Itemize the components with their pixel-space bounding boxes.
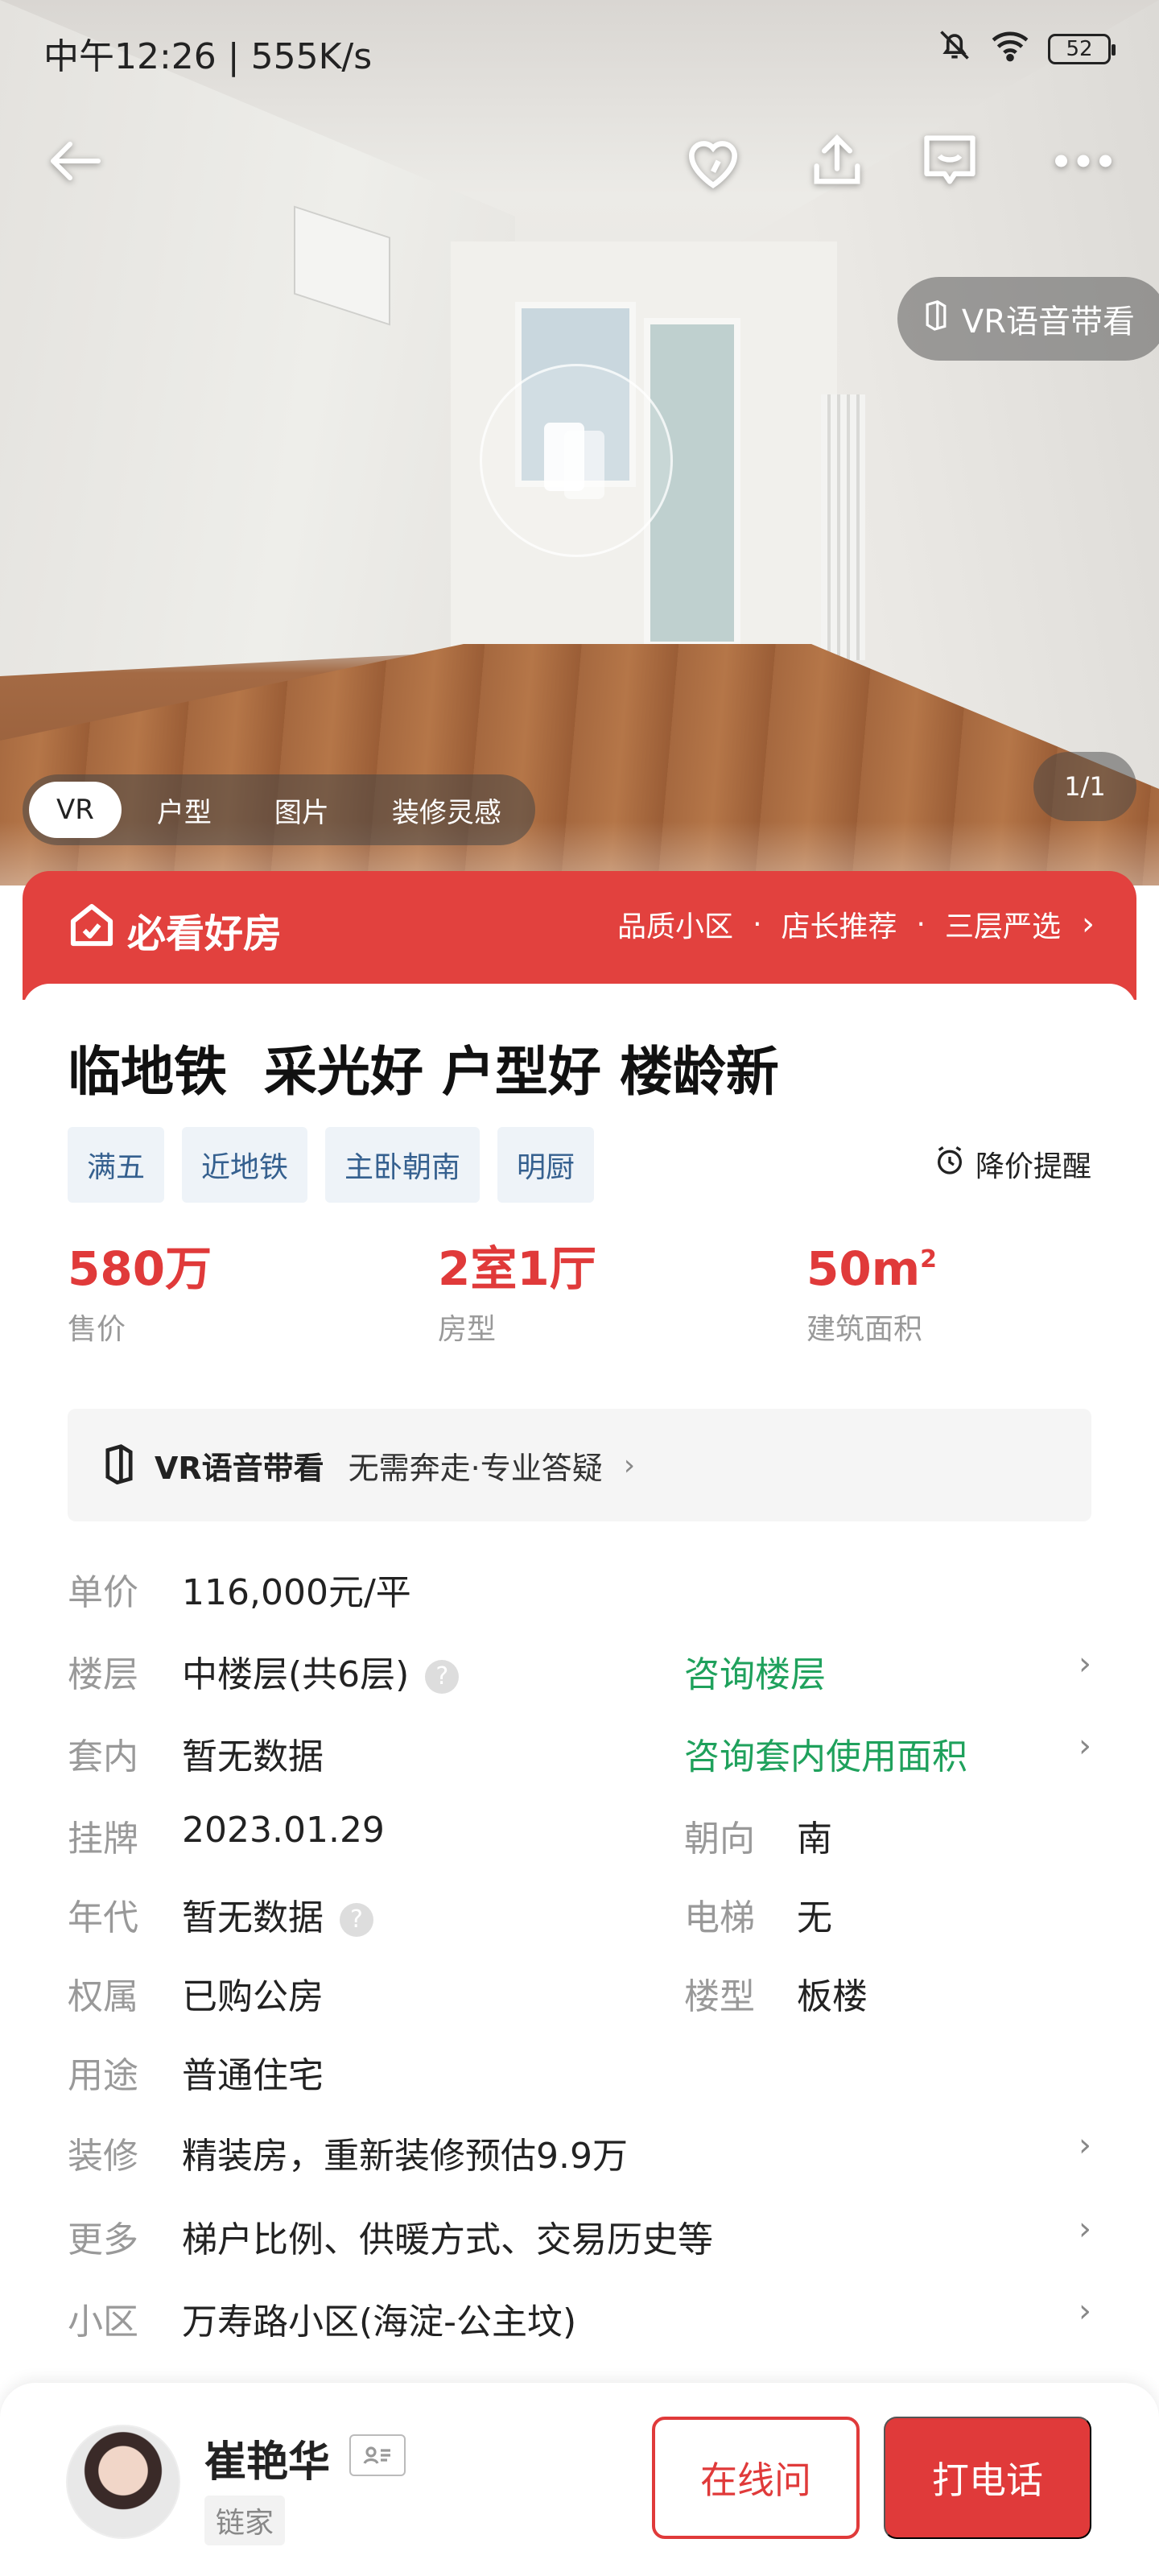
avatar[interactable]: [66, 2425, 180, 2539]
banner-link-selection: 三层严选: [944, 910, 1061, 943]
favorite-heart-icon[interactable]: [673, 121, 753, 201]
kpi-area: 50m2 建筑面积: [806, 1241, 938, 1346]
vr-voice-guide-row[interactable]: VR语音带看 无需奔走·专业答疑 ›: [68, 1409, 1091, 1521]
detail-usage: 用途 普通住宅: [68, 2055, 324, 2096]
detail-year: 年代 暂无数据? 电梯 无: [68, 1897, 832, 1938]
must-see-banner[interactable]: 必看好房 品质小区 · 店长推荐 · 三层严选 ›: [23, 871, 1136, 1000]
tag-item: 主卧朝南: [325, 1127, 481, 1203]
feature-tags: 满五 近地铁 主卧朝南 明厨: [68, 1127, 595, 1203]
tag-item: 近地铁: [182, 1127, 308, 1203]
ask-inner-area-link[interactable]: 咨询套内使用面积: [684, 1728, 967, 1779]
vr-hero-image[interactable]: 中午12:26 | 555K/s 52 VR语音带看 VR 户型 图片 装修灵感…: [0, 0, 1159, 886]
tab-vr[interactable]: VR: [29, 782, 122, 838]
detail-decoration[interactable]: 装修 精装房，重新装修预估9.9万 ›: [68, 2127, 1091, 2191]
detail-inner-area: 套内 暂无数据 咨询套内使用面积 ›: [68, 1728, 1091, 1779]
vr-play-button[interactable]: [480, 364, 673, 557]
room-wall-left: [0, 0, 515, 676]
share-icon[interactable]: [797, 121, 877, 201]
detail-listed: 挂牌 2023.01.29 朝向 南: [68, 1810, 832, 1860]
tab-floorplan[interactable]: 户型: [130, 782, 239, 838]
chevron-right-icon: ›: [1079, 2127, 1091, 2164]
chevron-right-icon: ›: [1082, 906, 1095, 943]
chevron-right-icon: ›: [1079, 2211, 1091, 2248]
vr-row-subtitle: 无需奔走·专业答疑: [348, 1450, 603, 1486]
tab-photos[interactable]: 图片: [247, 782, 357, 838]
detail-floor: 楼层 中楼层(共6层)? 咨询楼层 ›: [68, 1645, 1091, 1697]
price-alert-label: 降价提醒: [975, 1150, 1091, 1183]
status-bar: 中午12:26 | 555K/s 52: [0, 23, 1159, 79]
battery-icon: 52: [1048, 34, 1116, 64]
tag-item: 明厨: [497, 1127, 595, 1203]
price-alert-button[interactable]: 降价提醒: [934, 1143, 1091, 1185]
more-icon[interactable]: [1043, 121, 1124, 201]
banner-link-quality: 品质小区: [617, 910, 734, 943]
business-card-icon[interactable]: [349, 2434, 406, 2476]
help-icon[interactable]: ?: [340, 1903, 373, 1937]
detail-unit-price: 单价 116,000元/平: [68, 1572, 411, 1613]
agent-company: 链家: [204, 2496, 286, 2545]
detail-more[interactable]: 更多 梯户比例、供暖方式、交易历史等 ›: [68, 2211, 1091, 2275]
call-button[interactable]: 打电话: [884, 2417, 1091, 2539]
listing-card: 临地铁 采光好 户型好 楼龄新 满五 近地铁 主卧朝南 明厨 降价提醒 580万…: [23, 984, 1136, 2417]
alarm-clock-icon: [934, 1145, 966, 1184]
online-chat-button[interactable]: 在线问: [652, 2417, 860, 2539]
mute-bell-icon: [937, 27, 972, 71]
media-tabs: VR 户型 图片 装修灵感: [23, 774, 535, 845]
vr-voice-guide-button[interactable]: VR语音带看: [897, 277, 1159, 361]
wifi-icon: [990, 27, 1030, 71]
banner-links: 品质小区 · 店长推荐 · 三层严选 ›: [617, 903, 1095, 945]
tag-item: 满五: [68, 1127, 165, 1203]
kpi-price: 580万 售价: [68, 1241, 212, 1346]
detail-community[interactable]: 小区 万寿路小区(海淀-公主坟) ›: [68, 2293, 1091, 2357]
media-pager: 1/1: [1033, 752, 1136, 821]
radiator: [821, 394, 865, 660]
status-time: 中午12:26 | 555K/s: [43, 36, 373, 77]
banner-link-recommend: 店长推荐: [781, 910, 897, 943]
chevron-right-icon[interactable]: ›: [1079, 1728, 1091, 1765]
key-figures: 580万 售价 2室1厅 房型 50m2 建筑面积: [68, 1240, 1091, 1360]
back-button[interactable]: [35, 121, 116, 201]
banner-logo-text: 必看好房: [127, 911, 283, 956]
top-nav: [0, 121, 1159, 201]
house-check-icon: [68, 902, 116, 957]
ask-floor-link[interactable]: 咨询楼层: [684, 1645, 826, 1697]
vr-panel-icon: [532, 411, 621, 510]
help-icon[interactable]: ?: [425, 1660, 460, 1694]
message-bubble-icon[interactable]: [909, 121, 990, 201]
chevron-right-icon: ›: [623, 1448, 636, 1482]
agent-name[interactable]: 崔艳华: [204, 2428, 330, 2488]
vr-voice-label: VR语音带看: [961, 303, 1135, 341]
detail-ownership: 权属 已购公房 楼型 板楼: [68, 1976, 868, 2017]
listing-title: 临地铁 采光好 户型好 楼龄新: [68, 1041, 779, 1103]
vr-cube-icon: [922, 299, 951, 339]
tab-decor-ideas[interactable]: 装修灵感: [365, 782, 529, 838]
vr-cube-icon: [100, 1443, 138, 1488]
chevron-right-icon: ›: [1079, 2293, 1091, 2330]
agent-bar: 崔艳华 链家 在线问 打电话: [0, 2383, 1159, 2576]
banner-logo: 必看好房: [68, 902, 282, 958]
chevron-right-icon[interactable]: ›: [1079, 1645, 1091, 1682]
vr-row-title: VR语音带看: [155, 1450, 324, 1486]
kpi-layout: 2室1厅 房型: [438, 1241, 596, 1346]
